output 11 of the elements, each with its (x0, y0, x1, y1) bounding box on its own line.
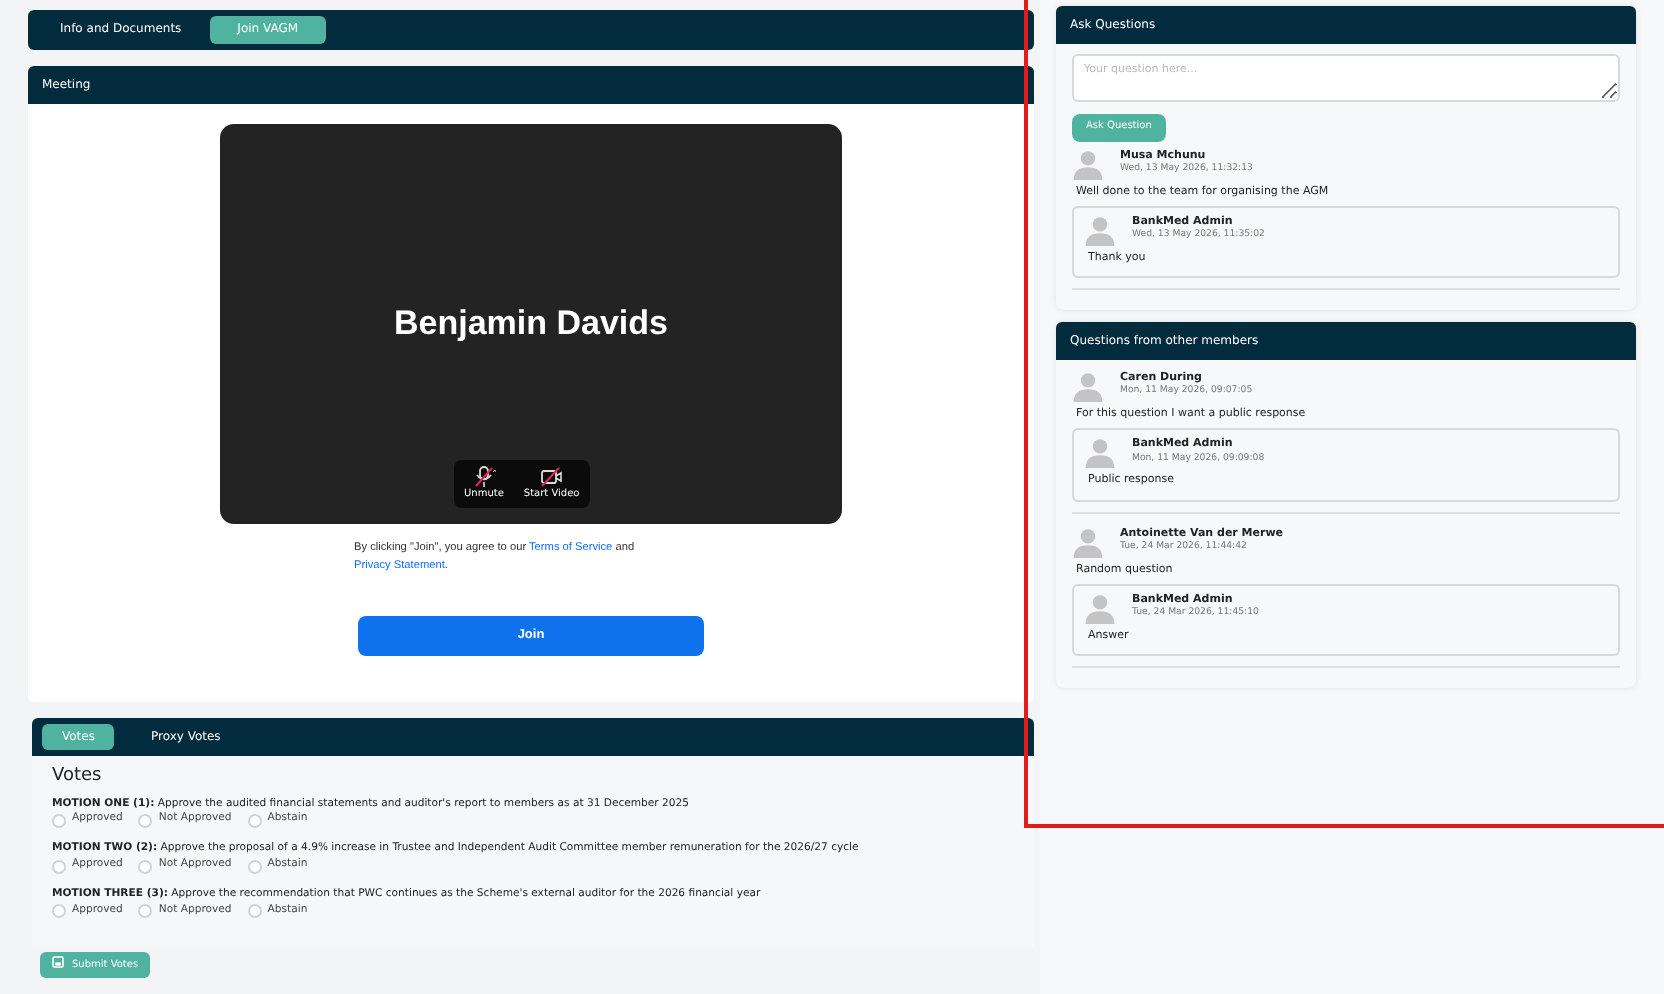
camera-off-icon (539, 465, 564, 487)
mic-muted-icon (471, 465, 496, 487)
avatar-icon (1084, 436, 1116, 469)
avatar-icon (1072, 370, 1104, 402)
avatar-icon (1072, 147, 1104, 179)
save-icon (52, 955, 64, 968)
avatar-icon (1084, 213, 1116, 246)
participant-name: Benjamin Davids (394, 302, 668, 347)
avatar-icon (1084, 591, 1116, 624)
avatar-icon (1072, 525, 1104, 557)
section-heading: Votes (52, 764, 104, 790)
